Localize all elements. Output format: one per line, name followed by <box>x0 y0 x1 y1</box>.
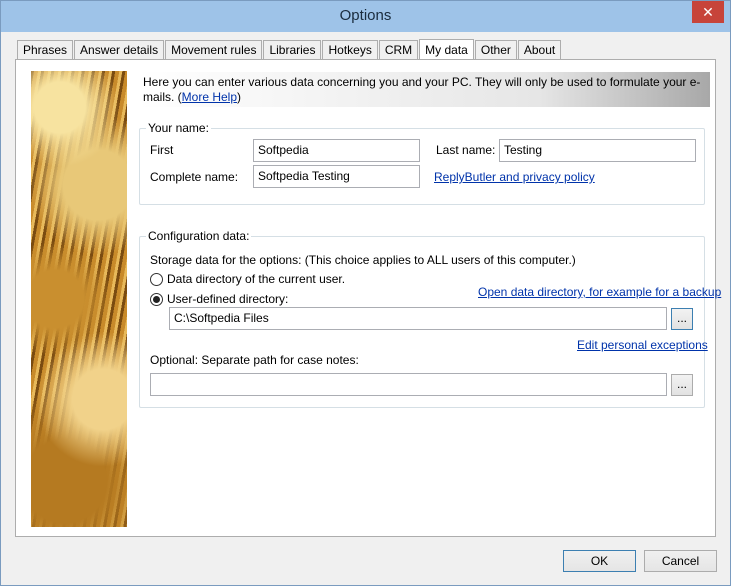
complete-name-label: Complete name: <box>150 170 239 184</box>
your-name-group: Your name: First Softpedia Last name: Te… <box>139 121 705 205</box>
complete-name-field[interactable]: Softpedia Testing <box>253 165 420 188</box>
tab-phrases[interactable]: Phrases <box>17 40 74 60</box>
storage-description: Storage data for the options: (This choi… <box>150 253 576 267</box>
configuration-data-group: Configuration data: Storage data for the… <box>139 229 721 408</box>
tab-crm[interactable]: CRM <box>378 40 419 60</box>
my-data-panel: Here you can enter various data concerni… <box>15 59 721 537</box>
directory-field[interactable]: C:\Softpedia Files <box>169 307 667 330</box>
edit-personal-exceptions-link[interactable]: Edit personal exceptions <box>577 338 708 352</box>
options-window: Options ✕ Phrases Answer details Movemen… <box>0 0 731 586</box>
tab-strip: Phrases Answer details Movement rules Li… <box>17 39 562 61</box>
radio-user-defined-label: User-defined directory: <box>167 292 289 306</box>
tab-about[interactable]: About <box>517 40 562 60</box>
window-title: Options <box>339 7 392 24</box>
browse-case-notes-button[interactable]: ... <box>671 374 693 396</box>
tab-answer-details[interactable]: Answer details <box>74 40 165 60</box>
case-notes-field[interactable] <box>150 373 667 396</box>
case-notes-label: Optional: Separate path for case notes: <box>150 353 359 367</box>
first-name-label: First <box>150 143 174 157</box>
last-name-field[interactable]: Testing <box>499 139 696 162</box>
first-name-field[interactable]: Softpedia <box>253 139 420 162</box>
close-icon: ✕ <box>702 4 714 20</box>
tab-my-data[interactable]: My data <box>419 39 474 61</box>
info-banner: Here you can enter various data concerni… <box>139 72 710 107</box>
radio-current-user-label: Data directory of the current user. <box>167 272 346 286</box>
title-bar: Options ✕ <box>1 1 730 32</box>
last-name-label: Last name: <box>436 143 496 157</box>
cancel-button[interactable]: Cancel <box>644 550 717 572</box>
tab-other[interactable]: Other <box>474 40 517 60</box>
close-button[interactable]: ✕ <box>692 1 724 23</box>
browse-directory-button[interactable]: ... <box>671 308 693 330</box>
info-close-paren: ) <box>237 90 242 104</box>
open-data-directory-link[interactable]: Open data directory, for example for a b… <box>478 285 721 299</box>
tab-movement-rules[interactable]: Movement rules <box>165 40 263 60</box>
gears-image <box>31 71 127 527</box>
radio-current-user[interactable] <box>150 273 163 286</box>
ok-button[interactable]: OK <box>563 550 636 572</box>
privacy-policy-link[interactable]: ReplyButler and privacy policy <box>434 170 595 184</box>
radio-user-defined[interactable] <box>150 293 163 306</box>
your-name-group-label: Your name: <box>146 121 211 135</box>
tab-hotkeys[interactable]: Hotkeys <box>322 40 378 60</box>
tab-libraries[interactable]: Libraries <box>263 40 322 60</box>
configuration-data-group-label: Configuration data: <box>146 229 252 243</box>
more-help-link[interactable]: More Help <box>182 90 237 104</box>
